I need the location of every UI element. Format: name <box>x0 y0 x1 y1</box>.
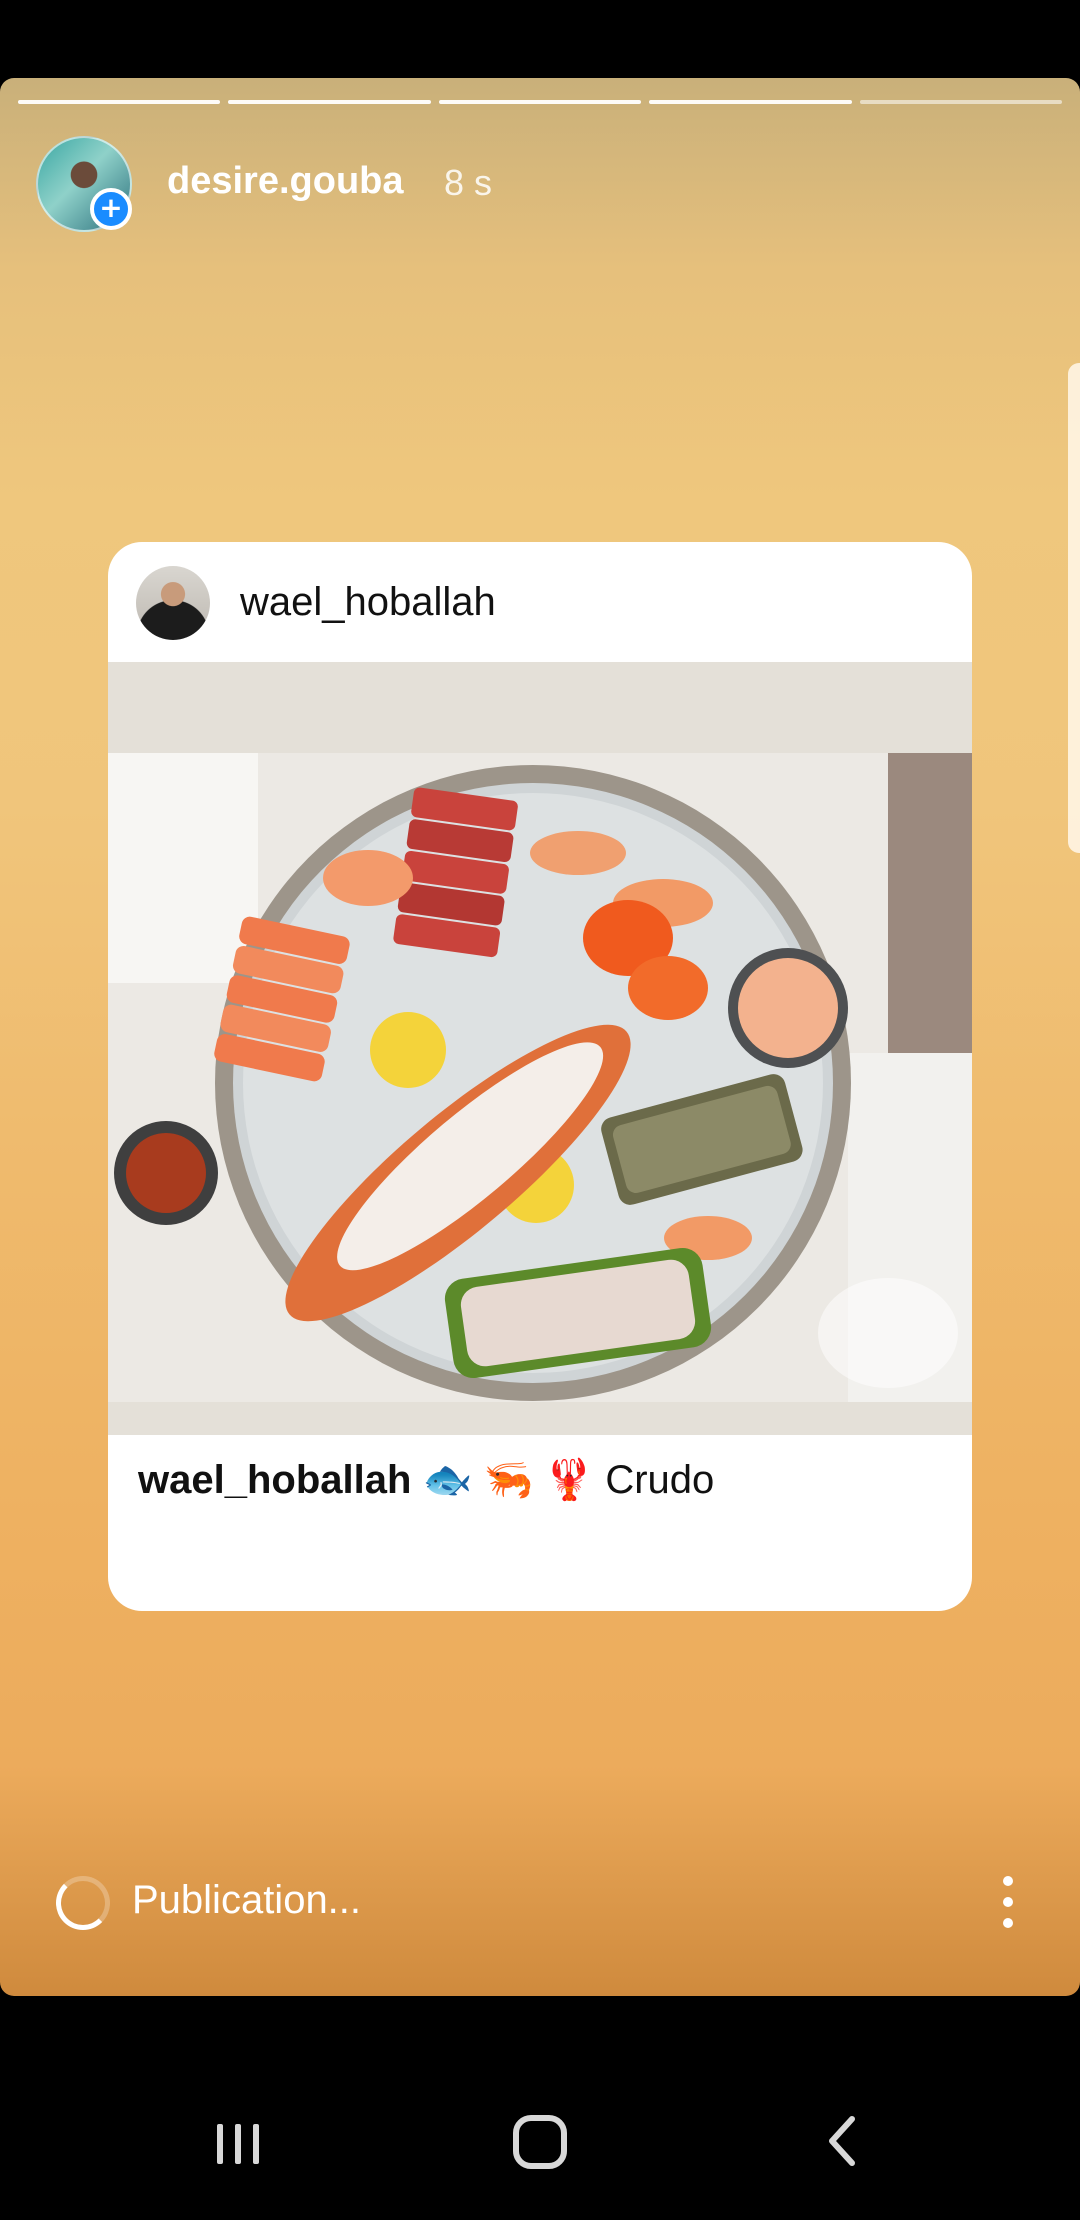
recents-icon[interactable] <box>198 2106 278 2176</box>
post-media[interactable] <box>108 662 972 1435</box>
more-vertical-icon[interactable] <box>990 1874 1026 1930</box>
caption-username[interactable]: wael_hoballah <box>138 1458 411 1502</box>
status-bar <box>0 0 1080 78</box>
progress-segment <box>438 100 642 104</box>
back-icon[interactable] <box>802 2106 882 2176</box>
home-icon[interactable] <box>500 2106 580 2176</box>
shared-post-header[interactable]: wael_hoballah <box>108 542 972 662</box>
story-progress-bar <box>18 100 1063 106</box>
story-author-username[interactable]: desire.gouba <box>167 160 404 203</box>
caption-text: Crudo <box>605 1458 715 1502</box>
post-author-username[interactable]: wael_hoballah <box>240 580 496 625</box>
seafood-platter-illustration <box>108 753 972 1402</box>
post-author-avatar[interactable] <box>136 566 210 640</box>
caption-emojis: 🐟 🦐 🦞 <box>422 1458 595 1502</box>
shared-post-card[interactable]: wael_hoballah wael_hoballah 🐟 🦐 🦞 Crudo <box>108 542 972 1611</box>
progress-segment <box>859 100 1063 104</box>
add-icon[interactable]: + <box>90 188 132 230</box>
progress-segment <box>228 100 431 104</box>
seafood-platter-photo <box>108 753 972 1402</box>
post-caption: wael_hoballah 🐟 🦐 🦞 Crudo <box>138 1456 958 1503</box>
story-viewer[interactable]: + desire.gouba 8 s wael_hoballah wael_ho… <box>0 78 1080 1996</box>
publishing-status: Publication... <box>132 1878 362 1922</box>
system-navigation-bar <box>0 1996 1080 2220</box>
progress-segment <box>18 100 221 104</box>
progress-segment <box>649 100 852 104</box>
next-story-peek[interactable] <box>1068 363 1080 853</box>
loading-spinner-icon <box>56 1876 110 1930</box>
story-footer: Publication... <box>0 1848 1080 1948</box>
story-timestamp: 8 s <box>444 162 493 203</box>
